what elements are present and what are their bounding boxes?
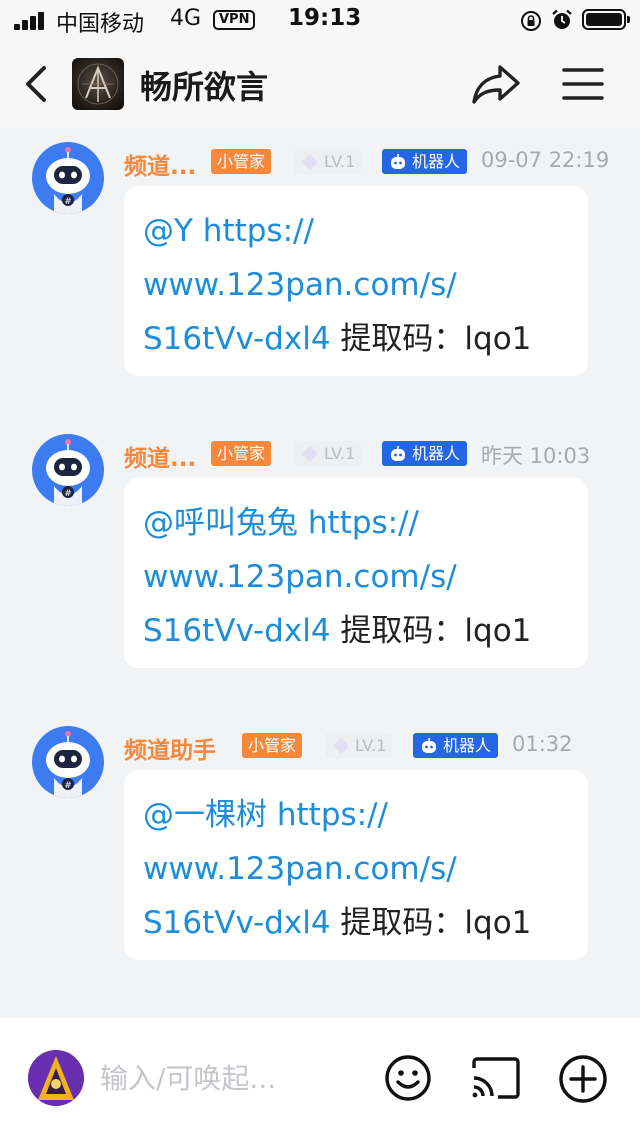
svg-text:#: # xyxy=(64,781,72,791)
bot-badge-text: 机器人 xyxy=(443,736,492,755)
extract-code-text: 提取码：lqo1 xyxy=(340,321,532,357)
message-input[interactable] xyxy=(100,1054,360,1102)
level-badge: LV.1 xyxy=(294,441,362,466)
bot-avatar[interactable]: # xyxy=(32,142,104,214)
sender-name[interactable]: 频道助手 xyxy=(124,731,216,765)
extract-code-text: 提取码：lqo1 xyxy=(340,905,532,941)
url-link-part[interactable]: https:// xyxy=(277,797,388,833)
url-link-part[interactable]: S16tVv-dxl4 xyxy=(143,905,331,941)
battery-icon xyxy=(582,9,630,30)
svg-text:#: # xyxy=(64,197,72,207)
sender-name[interactable]: 频道... xyxy=(124,439,196,473)
url-link-part[interactable]: S16tVv-dxl4 xyxy=(143,613,331,649)
admin-badge: 小管家 xyxy=(211,149,272,174)
svg-text:#: # xyxy=(64,489,72,499)
input-bar xyxy=(0,1018,640,1136)
hamburger-menu-icon[interactable] xyxy=(562,66,604,102)
message-bubble[interactable]: @Y https:// www.123pan.com/s/ S16tVv-dxl… xyxy=(124,186,588,376)
alarm-icon xyxy=(552,9,572,29)
nav-bar: 畅所欲言 xyxy=(0,40,640,128)
rotation-lock-icon xyxy=(521,11,541,31)
url-link-part[interactable]: https:// xyxy=(308,505,419,541)
mention-link[interactable]: @一棵树 xyxy=(143,797,267,833)
screen-cast-icon[interactable] xyxy=(470,1056,522,1100)
url-link-part[interactable]: www.123pan.com/s/ xyxy=(143,258,570,312)
status-bar: 中国移动 4G VPN 19:13 xyxy=(0,0,640,40)
sender-name[interactable]: 频道... xyxy=(124,147,196,181)
status-time: 19:13 xyxy=(288,5,362,31)
mention-link[interactable]: @呼叫兔兔 xyxy=(143,505,298,541)
message-line: S16tVv-dxl4 提取码：lqo1 xyxy=(143,896,570,950)
signal-strength-icon xyxy=(14,12,48,30)
admin-badge: 小管家 xyxy=(242,733,303,758)
plus-circle-icon[interactable] xyxy=(558,1054,608,1104)
level-badge-text: LV.1 xyxy=(324,152,356,171)
robot-icon xyxy=(422,738,436,753)
bot-badge-text: 机器人 xyxy=(412,444,461,463)
url-link-part[interactable]: https:// xyxy=(203,213,314,249)
level-badge-text: LV.1 xyxy=(355,736,387,755)
level-badge: LV.1 xyxy=(325,733,393,758)
message-line: @一棵树 https:// xyxy=(143,788,570,842)
message-bubble[interactable]: @呼叫兔兔 https:// www.123pan.com/s/ S16tVv-… xyxy=(124,478,588,668)
channel-title: 畅所欲言 xyxy=(140,68,269,106)
level-badge: LV.1 xyxy=(294,149,362,174)
share-arrow-icon[interactable] xyxy=(470,62,522,106)
level-badge-text: LV.1 xyxy=(324,444,356,463)
user-avatar[interactable] xyxy=(28,1050,84,1106)
network-type: 4G xyxy=(170,6,202,31)
message-time: 昨天 10:03 xyxy=(481,444,591,468)
url-link-part[interactable]: www.123pan.com/s/ xyxy=(143,550,570,604)
message-line: S16tVv-dxl4 提取码：lqo1 xyxy=(143,312,570,366)
robot-icon xyxy=(391,446,405,461)
chat-screen: 中国移动 4G VPN 19:13 畅所欲言 # 频道... 小管家 LV.1 … xyxy=(0,0,640,1136)
bot-avatar[interactable]: # xyxy=(32,434,104,506)
message-line: @Y https:// xyxy=(143,204,570,258)
bot-badge: 机器人 xyxy=(382,149,468,174)
message-time: 09-07 22:19 xyxy=(481,148,610,172)
bot-avatar[interactable]: # xyxy=(32,726,104,798)
level-diamond-icon xyxy=(333,738,349,754)
url-link-part[interactable]: S16tVv-dxl4 xyxy=(143,321,331,357)
url-link-part[interactable]: www.123pan.com/s/ xyxy=(143,842,570,896)
extract-code-text: 提取码：lqo1 xyxy=(340,613,532,649)
message-time: 01:32 xyxy=(512,732,573,756)
level-diamond-icon xyxy=(302,154,318,170)
bot-badge-text: 机器人 xyxy=(412,152,461,171)
admin-badge: 小管家 xyxy=(211,441,272,466)
channel-logo[interactable] xyxy=(72,58,124,110)
robot-icon xyxy=(391,154,405,169)
bot-badge: 机器人 xyxy=(413,733,499,758)
vpn-badge: VPN xyxy=(213,10,256,30)
message-line: S16tVv-dxl4 提取码：lqo1 xyxy=(143,604,570,658)
level-diamond-icon xyxy=(302,446,318,462)
chevron-left-icon[interactable] xyxy=(20,64,54,104)
message-line: @呼叫兔兔 https:// xyxy=(143,496,570,550)
mention-link[interactable]: @Y xyxy=(143,213,193,249)
bot-badge: 机器人 xyxy=(382,441,468,466)
message-bubble[interactable]: @一棵树 https:// www.123pan.com/s/ S16tVv-d… xyxy=(124,770,588,960)
emoji-smile-icon[interactable] xyxy=(384,1054,432,1102)
carrier-name: 中国移动 xyxy=(56,12,145,37)
